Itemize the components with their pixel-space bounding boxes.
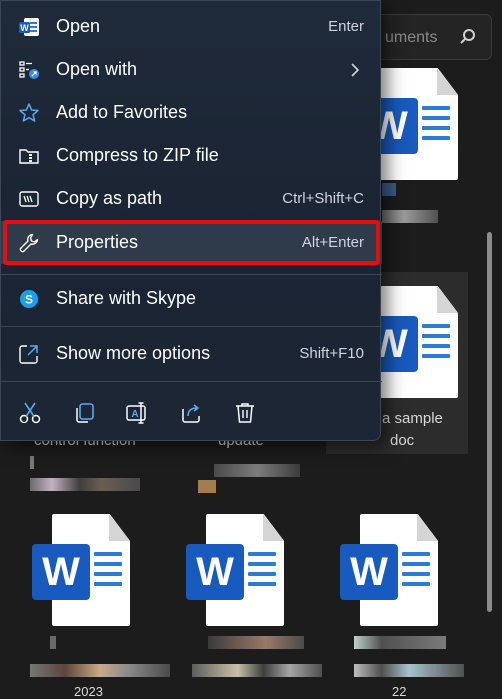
search-box[interactable]: uments [372, 14, 492, 60]
menu-item-label: Show more options [56, 343, 211, 363]
file-label: a sample [382, 410, 443, 427]
word-file-icon[interactable]: W [32, 514, 132, 626]
zip-folder-icon [19, 148, 39, 164]
word-file-icon[interactable]: W [186, 514, 286, 626]
menu-item-open-with[interactable]: Open with [1, 48, 382, 91]
blurred-metadata [50, 636, 56, 649]
menu-separator [1, 274, 382, 275]
menu-item-show-more-options[interactable]: Show more options Shift+F10 [1, 332, 382, 375]
menu-separator [1, 381, 382, 382]
chevron-right-icon [351, 62, 360, 77]
blurred-metadata [382, 210, 438, 223]
menu-item-label: Open with [56, 59, 138, 79]
blurred-metadata [30, 478, 140, 491]
highlight-annotation [3, 220, 380, 265]
blurred-metadata [382, 183, 396, 196]
blurred-metadata [30, 456, 34, 469]
search-icon[interactable] [459, 28, 477, 46]
skype-icon: S [20, 289, 38, 308]
menu-item-compress-zip[interactable]: Compress to ZIP file [1, 134, 382, 177]
menu-item-label: Open [56, 16, 101, 36]
share-icon[interactable] [179, 401, 203, 425]
copy-path-icon [19, 190, 39, 207]
menu-item-add-to-favorites[interactable]: Add to Favorites [1, 91, 382, 134]
context-menu: W Open Enter Open with Add to Favorites [0, 0, 382, 441]
delete-icon[interactable] [233, 401, 257, 425]
rename-icon[interactable]: A [125, 401, 149, 425]
svg-text:S: S [25, 292, 33, 306]
vertical-scrollbar[interactable] [487, 232, 492, 612]
blurred-metadata [198, 480, 216, 493]
menu-item-label: Add to Favorites [56, 102, 188, 122]
menu-item-label: Copy as path [56, 188, 163, 208]
cut-icon[interactable] [18, 401, 42, 425]
blurred-metadata [354, 636, 446, 649]
word-file-icon[interactable]: W [340, 514, 440, 626]
copy-icon[interactable] [72, 401, 96, 425]
menu-item-label: Share with Skype [56, 288, 197, 308]
blurred-metadata [354, 664, 464, 677]
file-label: doc [390, 432, 415, 449]
blurred-metadata [208, 636, 304, 649]
menu-item-copy-as-path[interactable]: Copy as path Ctrl+Shift+C [1, 177, 382, 220]
more-options-icon [19, 344, 38, 364]
blurred-metadata [30, 664, 170, 677]
search-placeholder: uments [385, 29, 438, 46]
blurred-metadata [214, 464, 300, 477]
shortcut-text: Enter [328, 18, 364, 35]
shortcut-text: Ctrl+Shift+C [282, 190, 364, 207]
star-icon [19, 102, 39, 122]
shortcut-text: Shift+F10 [299, 345, 364, 362]
open-with-icon [19, 60, 39, 79]
word-icon: W [19, 17, 39, 36]
svg-text:W: W [20, 23, 29, 33]
blurred-metadata [192, 664, 322, 677]
menu-item-label: Compress to ZIP file [56, 145, 219, 165]
menu-separator [1, 326, 382, 327]
svg-text:A: A [131, 409, 138, 420]
file-label: 2023 [74, 684, 103, 699]
menu-item-open[interactable]: W Open Enter [1, 5, 382, 48]
menu-item-share-with-skype[interactable]: S Share with Skype [1, 277, 382, 320]
file-label: 22 [392, 684, 407, 699]
